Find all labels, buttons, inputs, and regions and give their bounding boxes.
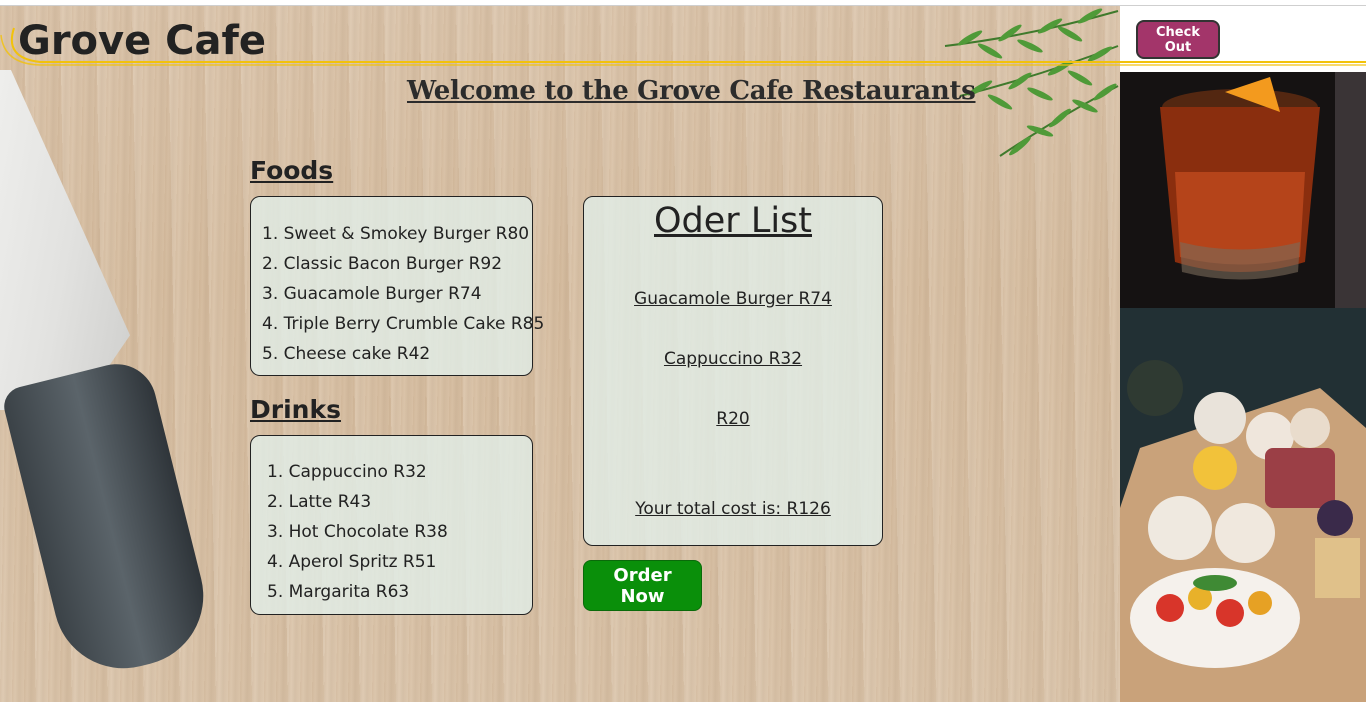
drinks-menu-box: 1. Cappuccino R32 2. Latte R43 3. Hot Ch… [250,435,533,615]
drink-item-4[interactable]: 4. Aperol Spritz R51 [267,547,532,577]
drink-item-5[interactable]: 5. Margarita R63 [267,577,532,607]
order-item-1[interactable]: Guacamole Burger R74 [584,289,882,309]
order-list-box: Oder List Guacamole Burger R74 Cappuccin… [583,196,883,546]
order-total: Your total cost is: R126 [635,499,831,519]
foods-heading: Foods [250,156,334,185]
food-item-5[interactable]: 5. Cheese cake R42 [262,339,532,369]
drinks-heading: Drinks [250,395,341,424]
food-item-2[interactable]: 2. Classic Bacon Burger R92 [262,249,532,279]
drink-item-2[interactable]: 2. Latte R43 [267,487,532,517]
drink-item-1[interactable]: 1. Cappuccino R32 [267,457,532,487]
site-logo: Grove Cafe [18,18,267,64]
food-item-4[interactable]: 4. Triple Berry Crumble Cake R85 [262,309,544,339]
foods-list: 1. Sweet & Smokey Burger R80 2. Classic … [262,219,544,369]
order-item-2[interactable]: Cappuccino R32 [584,349,882,369]
drinks-list: 1. Cappuccino R32 2. Latte R43 3. Hot Ch… [267,457,532,607]
order-list-title: Oder List [654,201,812,241]
check-out-button[interactable]: Check Out [1136,20,1220,59]
drink-item-3[interactable]: 3. Hot Chocolate R38 [267,517,532,547]
welcome-heading: Welcome to the Grove Cafe Restaurants [407,76,976,106]
charcuterie-board-photo [1120,308,1366,702]
order-now-button[interactable]: Order Now [583,560,702,611]
order-item-3[interactable]: R20 [584,409,882,429]
cocktail-photo [1120,72,1366,308]
foods-menu-box: 1. Sweet & Smokey Burger R80 2. Classic … [250,196,544,376]
food-item-1[interactable]: 1. Sweet & Smokey Burger R80 [262,219,532,249]
food-item-3[interactable]: 3. Guacamole Burger R74 [262,279,532,309]
